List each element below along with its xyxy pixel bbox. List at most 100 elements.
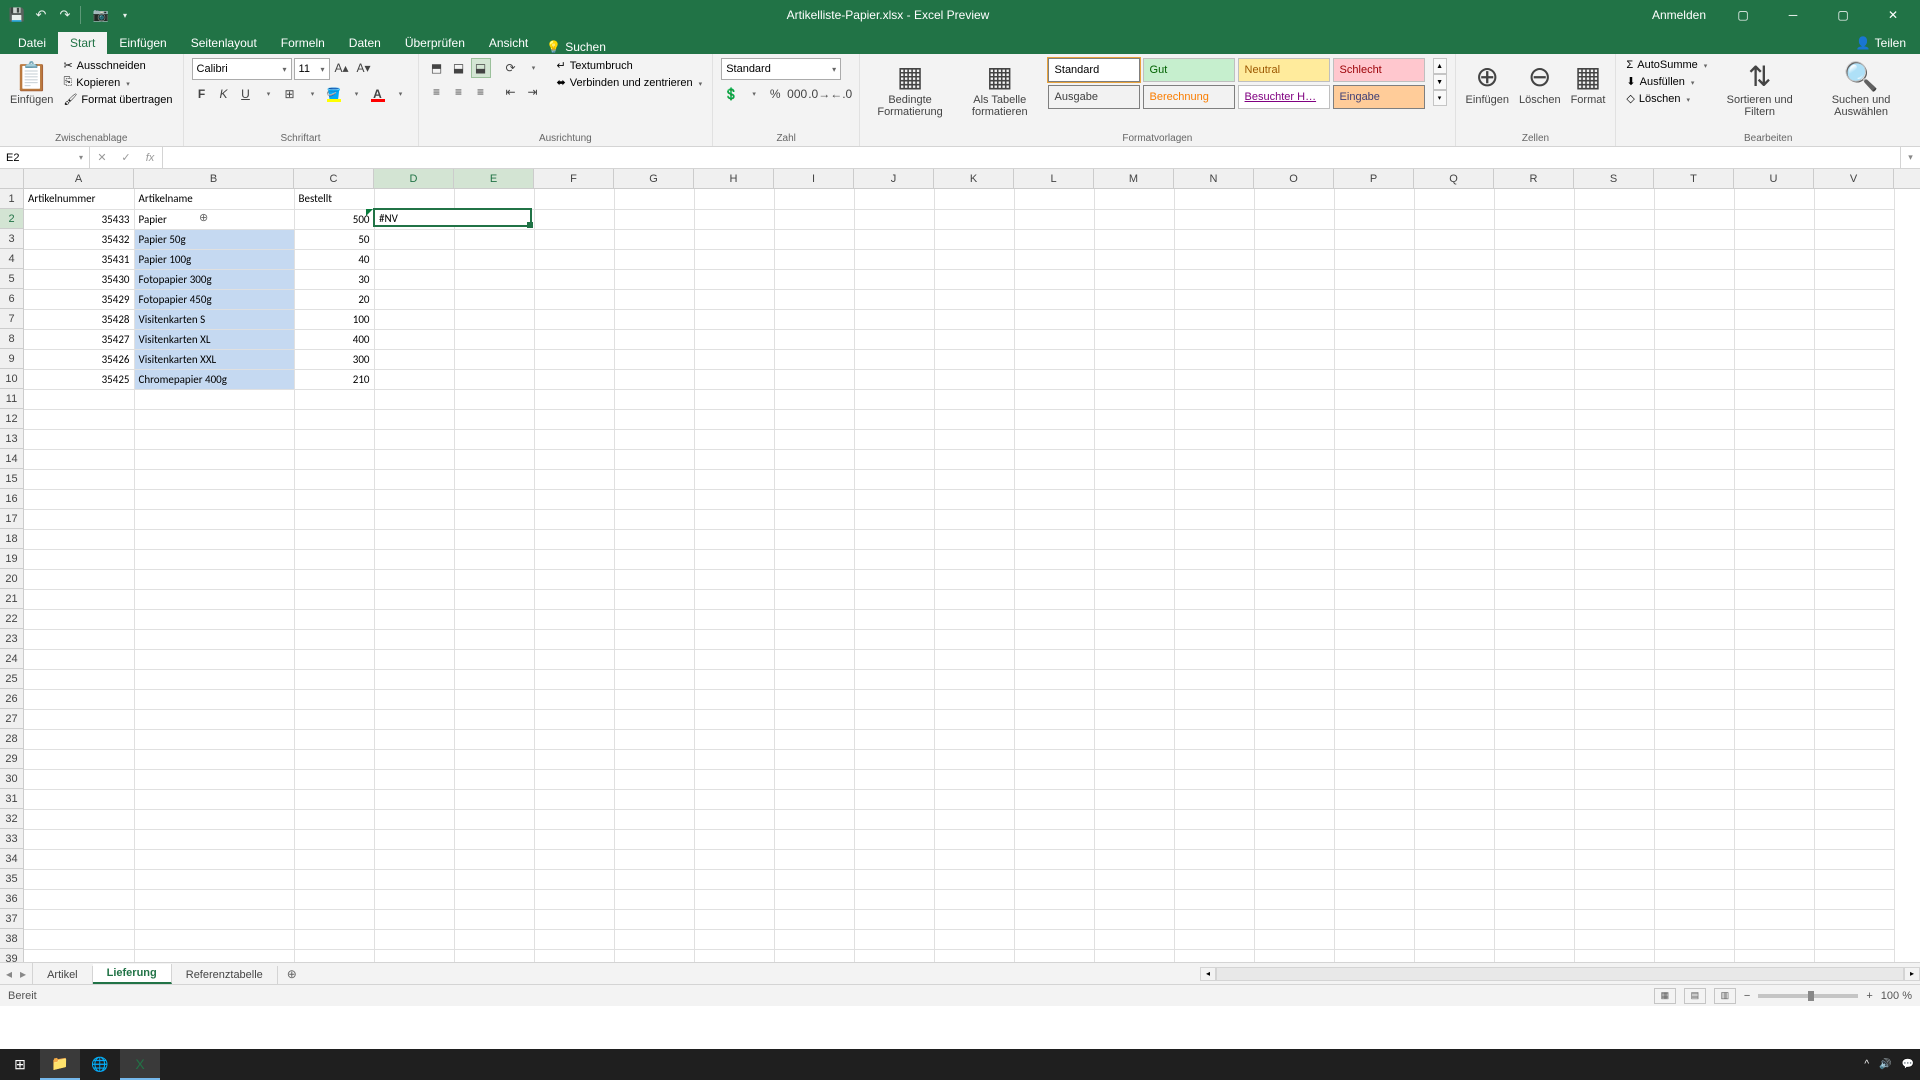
cell-T12[interactable] <box>1654 409 1734 429</box>
cell-J8[interactable] <box>854 329 934 349</box>
cell-L7[interactable] <box>1014 309 1094 329</box>
cell-R15[interactable] <box>1494 469 1574 489</box>
cell-U38[interactable] <box>1734 929 1814 949</box>
cell-Q6[interactable] <box>1414 289 1494 309</box>
cell-V30[interactable] <box>1814 769 1894 789</box>
redo-icon[interactable]: ↷ <box>56 6 74 24</box>
cell-C5[interactable]: 30 <box>294 269 374 289</box>
cell-R32[interactable] <box>1494 809 1574 829</box>
cell-J11[interactable] <box>854 389 934 409</box>
add-sheet-button[interactable]: ⊕ <box>278 963 306 984</box>
cell-B8[interactable]: Visitenkarten XL <box>134 329 294 349</box>
accounting-dd[interactable] <box>743 84 763 104</box>
cell-C21[interactable] <box>294 589 374 609</box>
cell-H18[interactable] <box>694 529 774 549</box>
cell-L2[interactable] <box>1014 209 1094 229</box>
cell-U27[interactable] <box>1734 709 1814 729</box>
cell-Q2[interactable] <box>1414 209 1494 229</box>
cell-K15[interactable] <box>934 469 1014 489</box>
cell-E5[interactable] <box>454 269 534 289</box>
cell-H38[interactable] <box>694 929 774 949</box>
cell-R17[interactable] <box>1494 509 1574 529</box>
cell-O36[interactable] <box>1254 889 1334 909</box>
cell-P15[interactable] <box>1334 469 1414 489</box>
cell-N29[interactable] <box>1174 749 1254 769</box>
cell-P36[interactable] <box>1334 889 1414 909</box>
cell-G3[interactable] <box>614 229 694 249</box>
cell-V2[interactable] <box>1814 209 1894 229</box>
cell-O28[interactable] <box>1254 729 1334 749</box>
cell-H16[interactable] <box>694 489 774 509</box>
cell-K13[interactable] <box>934 429 1014 449</box>
cell-G26[interactable] <box>614 689 694 709</box>
cell-U3[interactable] <box>1734 229 1814 249</box>
cell-N2[interactable] <box>1174 209 1254 229</box>
cell-G8[interactable] <box>614 329 694 349</box>
tab-home[interactable]: Start <box>58 32 107 54</box>
cell-B15[interactable] <box>134 469 294 489</box>
cell-Q26[interactable] <box>1414 689 1494 709</box>
cell-Q35[interactable] <box>1414 869 1494 889</box>
cell-J33[interactable] <box>854 829 934 849</box>
font-color-dd[interactable] <box>390 84 410 104</box>
cell-D21[interactable] <box>374 589 454 609</box>
tray-chevron-icon[interactable]: ^ <box>1864 1059 1869 1070</box>
cell-D1[interactable] <box>374 189 454 209</box>
cell-V25[interactable] <box>1814 669 1894 689</box>
cell-C24[interactable] <box>294 649 374 669</box>
cell-R30[interactable] <box>1494 769 1574 789</box>
cell-L15[interactable] <box>1014 469 1094 489</box>
cell-U17[interactable] <box>1734 509 1814 529</box>
cell-S9[interactable] <box>1574 349 1654 369</box>
cell-Q30[interactable] <box>1414 769 1494 789</box>
cell-T7[interactable] <box>1654 309 1734 329</box>
decrease-font-button[interactable]: A▾ <box>354 58 374 78</box>
increase-indent-button[interactable]: ⇥ <box>523 82 543 102</box>
cell-H8[interactable] <box>694 329 774 349</box>
cell-I39[interactable] <box>774 949 854 962</box>
cell-J2[interactable] <box>854 209 934 229</box>
bold-button[interactable]: F <box>192 84 212 104</box>
cell-L1[interactable] <box>1014 189 1094 209</box>
cell-H10[interactable] <box>694 369 774 389</box>
cell-G32[interactable] <box>614 809 694 829</box>
cell-R20[interactable] <box>1494 569 1574 589</box>
sheet-tab-lieferung[interactable]: Lieferung <box>93 964 172 984</box>
cell-H13[interactable] <box>694 429 774 449</box>
cell-O11[interactable] <box>1254 389 1334 409</box>
cell-K36[interactable] <box>934 889 1014 909</box>
row-header-25[interactable]: 25 <box>0 669 24 689</box>
cell-R1[interactable] <box>1494 189 1574 209</box>
cancel-formula-button[interactable]: ✕ <box>90 151 114 164</box>
cell-U15[interactable] <box>1734 469 1814 489</box>
cell-C17[interactable] <box>294 509 374 529</box>
col-header-P[interactable]: P <box>1334 169 1414 188</box>
cell-E2[interactable] <box>454 209 534 229</box>
cell-K3[interactable] <box>934 229 1014 249</box>
cell-I29[interactable] <box>774 749 854 769</box>
cell-P20[interactable] <box>1334 569 1414 589</box>
cell-Q12[interactable] <box>1414 409 1494 429</box>
col-header-V[interactable]: V <box>1814 169 1894 188</box>
cell-H26[interactable] <box>694 689 774 709</box>
cell-R28[interactable] <box>1494 729 1574 749</box>
cell-P1[interactable] <box>1334 189 1414 209</box>
cell-V28[interactable] <box>1814 729 1894 749</box>
cell-N11[interactable] <box>1174 389 1254 409</box>
cell-F32[interactable] <box>534 809 614 829</box>
cell-N13[interactable] <box>1174 429 1254 449</box>
cell-Q38[interactable] <box>1414 929 1494 949</box>
row-header-27[interactable]: 27 <box>0 709 24 729</box>
cell-U30[interactable] <box>1734 769 1814 789</box>
cell-C32[interactable] <box>294 809 374 829</box>
cell-K10[interactable] <box>934 369 1014 389</box>
cell-M26[interactable] <box>1094 689 1174 709</box>
cell-I23[interactable] <box>774 629 854 649</box>
cell-B38[interactable] <box>134 929 294 949</box>
cell-V31[interactable] <box>1814 789 1894 809</box>
cell-C19[interactable] <box>294 549 374 569</box>
row-header-12[interactable]: 12 <box>0 409 24 429</box>
cell-F28[interactable] <box>534 729 614 749</box>
cell-M16[interactable] <box>1094 489 1174 509</box>
cell-F1[interactable] <box>534 189 614 209</box>
